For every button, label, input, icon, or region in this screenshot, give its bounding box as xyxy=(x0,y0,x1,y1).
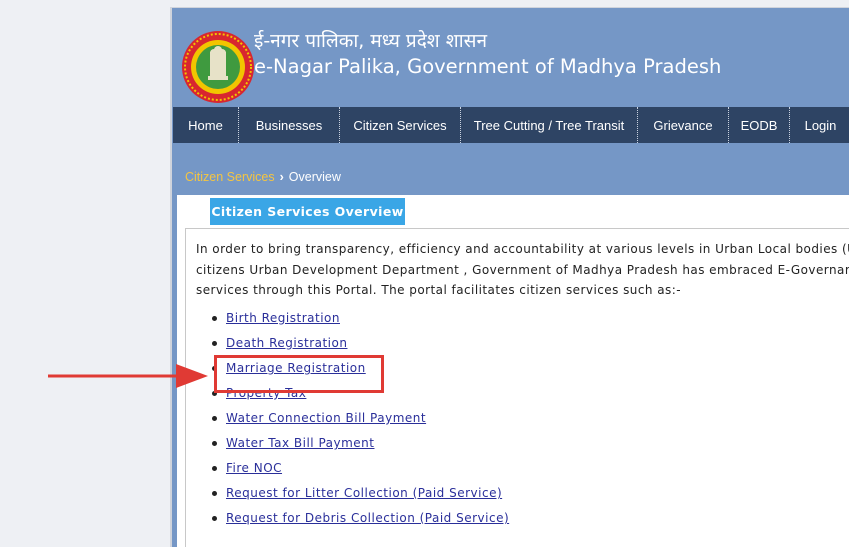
intro-line: citizens Urban Development Department , … xyxy=(196,262,849,277)
nav-item-businesses[interactable]: Businesses xyxy=(239,107,340,143)
mp-government-emblem-icon[interactable] xyxy=(181,30,255,104)
bullet-icon xyxy=(212,466,217,471)
bullet-icon xyxy=(212,516,217,521)
intro-line: services through this Portal. The portal… xyxy=(196,283,681,297)
annotation-highlight-box xyxy=(214,355,384,393)
tab-citizen-services-overview[interactable]: Citizen Services Overview xyxy=(210,198,405,227)
site-title-hindi: ई-नगर पालिका, मध्य प्रदेश शासन xyxy=(254,30,488,52)
breadcrumb: Citizen Services › Overview xyxy=(185,170,341,184)
link-litter-collection[interactable]: Request for Litter Collection (Paid Serv… xyxy=(226,486,502,500)
link-birth-registration[interactable]: Birth Registration xyxy=(226,311,340,325)
nav-item-eodb[interactable]: EODB xyxy=(729,107,790,143)
nav-item-home[interactable]: Home xyxy=(173,107,239,143)
list-item: Birth Registration xyxy=(212,309,509,334)
intro-text: In order to bring transparency, efficien… xyxy=(196,239,849,301)
link-fire-noc[interactable]: Fire NOC xyxy=(226,461,282,475)
nav-item-login[interactable]: Login xyxy=(790,107,849,143)
breadcrumb-current: Overview xyxy=(288,170,341,184)
bullet-icon xyxy=(212,341,217,346)
main-nav: Home Businesses Citizen Services Tree Cu… xyxy=(173,107,849,143)
list-item: Request for Debris Collection (Paid Serv… xyxy=(212,509,509,534)
bullet-icon xyxy=(212,491,217,496)
annotation-arrow-icon xyxy=(48,364,208,388)
list-item: Water Tax Bill Payment xyxy=(212,434,509,459)
site-title-english: e-Nagar Palika, Government of Madhya Pra… xyxy=(254,55,722,78)
list-item: Request for Litter Collection (Paid Serv… xyxy=(212,484,509,509)
list-item: Water Connection Bill Payment xyxy=(212,409,509,434)
link-water-tax-bill-payment[interactable]: Water Tax Bill Payment xyxy=(226,436,374,450)
site-header: ई-नगर पालिका, मध्य प्रदेश शासन e-Nagar P… xyxy=(172,8,849,107)
bullet-icon xyxy=(212,441,217,446)
services-list: Birth Registration Death Registration Ma… xyxy=(212,309,509,534)
breadcrumb-link-citizen-services[interactable]: Citizen Services xyxy=(185,170,275,184)
list-item: Fire NOC xyxy=(212,459,509,484)
nav-item-tree-cutting[interactable]: Tree Cutting / Tree Transit xyxy=(461,107,638,143)
link-death-registration[interactable]: Death Registration xyxy=(226,336,347,350)
link-debris-collection[interactable]: Request for Debris Collection (Paid Serv… xyxy=(226,511,509,525)
nav-item-grievance[interactable]: Grievance xyxy=(638,107,729,143)
bullet-icon xyxy=(212,416,217,421)
page-panel: ई-नगर पालिका, मध्य प्रदेश शासन e-Nagar P… xyxy=(170,7,849,547)
intro-line: In order to bring transparency, efficien… xyxy=(196,242,849,256)
breadcrumb-separator: › xyxy=(279,170,284,184)
link-water-connection-bill-payment[interactable]: Water Connection Bill Payment xyxy=(226,411,426,425)
nav-item-citizen-services[interactable]: Citizen Services xyxy=(340,107,461,143)
bullet-icon xyxy=(212,316,217,321)
